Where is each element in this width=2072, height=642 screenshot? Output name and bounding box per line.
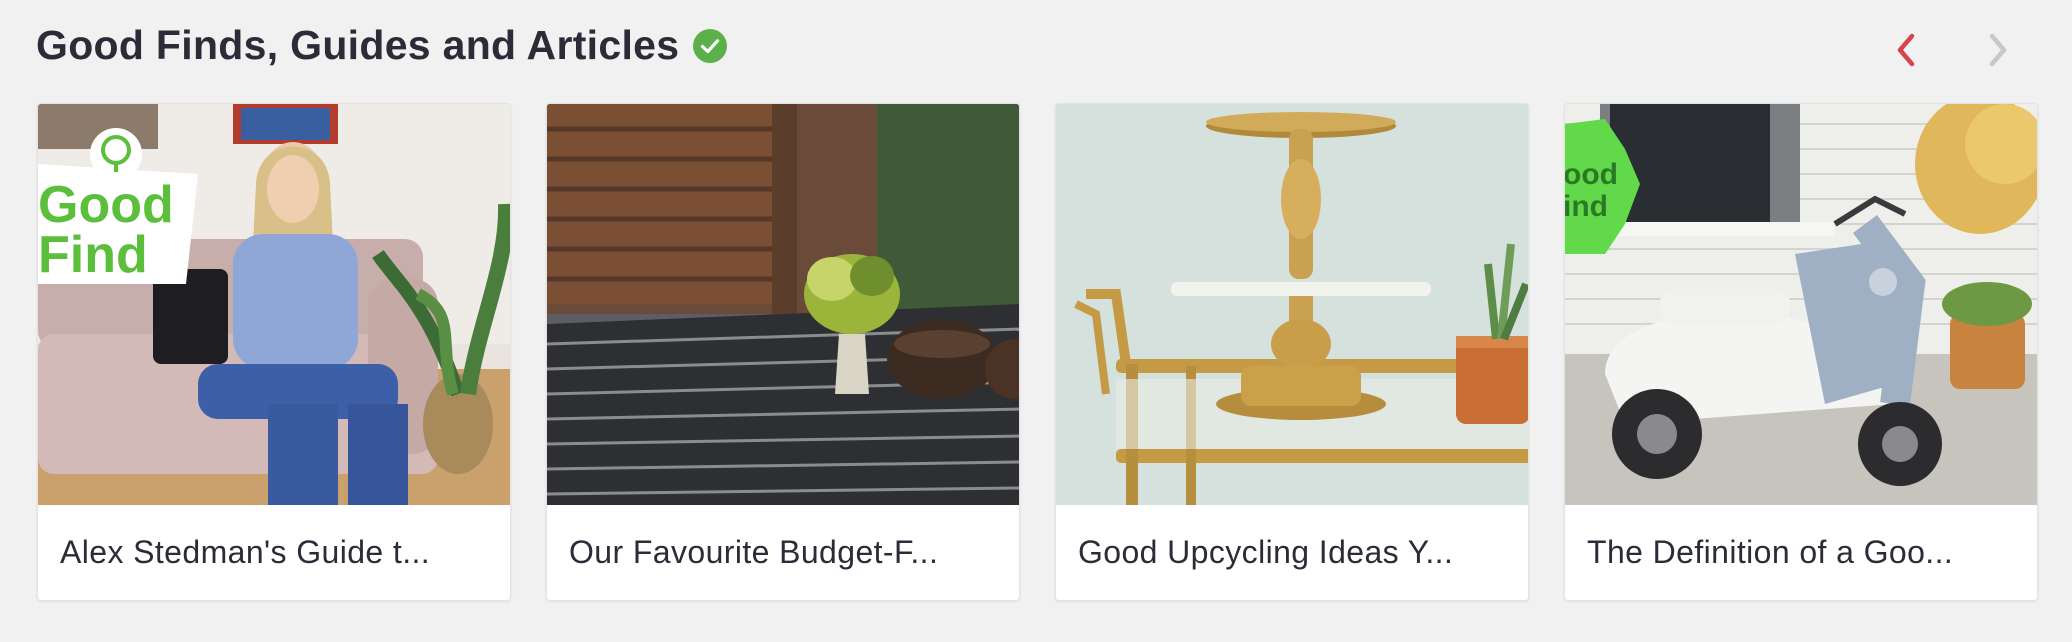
svg-text:ood: ood [1565,158,1618,191]
article-card[interactable]: Our Favourite Budget-F... [546,103,1020,601]
article-card[interactable]: Good Upcycling Ideas Y... [1055,103,1529,601]
article-card[interactable]: Good Find Alex Stedman's Guide t... [37,103,511,601]
article-title: Alex Stedman's Guide t... [60,534,431,570]
article-title: The Definition of a Goo... [1587,534,1954,570]
article-image: ood ind [1565,104,2037,505]
chevron-left-icon [1897,33,1915,67]
article-image: Good Find [38,104,510,505]
article-image [547,104,1019,505]
article-card[interactable]: ood ind The Definition of a Goo... [1564,103,2038,601]
article-title: Our Favourite Budget-F... [569,534,939,570]
prev-button[interactable] [1882,26,1930,74]
svg-text:Find: Find [38,226,148,284]
good-finds-section: Good Finds, Guides and Articles Good Fin… [0,0,2072,642]
chevron-right-icon [1989,33,2007,67]
check-circle-icon [693,28,728,63]
article-image [1056,104,1528,505]
article-title: Good Upcycling Ideas Y... [1078,534,1454,570]
section-header: Good Finds, Guides and Articles [36,22,728,69]
next-button[interactable] [1974,26,2022,74]
section-title: Good Finds, Guides and Articles [36,22,680,68]
article-carousel: Good Find Alex Stedman's Guide t... Our … [37,103,2038,601]
svg-text:ind: ind [1565,190,1608,223]
